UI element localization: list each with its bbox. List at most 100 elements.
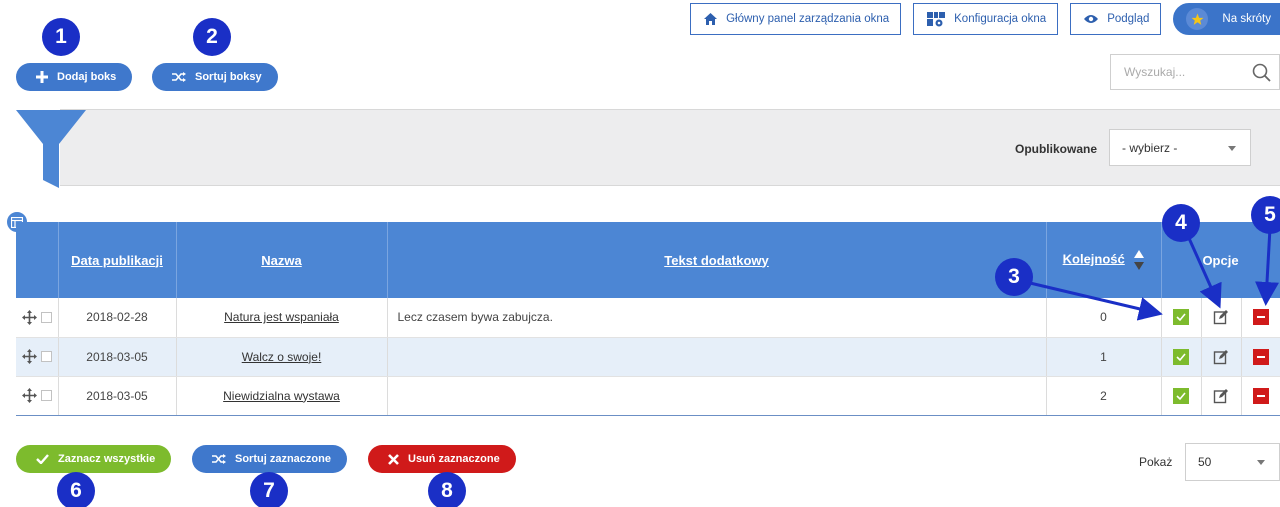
marker-8: 8 [428, 472, 466, 507]
sort-boxes-button[interactable]: Sortuj boksy [152, 63, 278, 91]
row-extra: Lecz czasem bywa zabujcza. [387, 298, 1047, 338]
filter-panel [60, 109, 1280, 186]
table-row: 2018-03-05 Niewidzialna wystawa 2 [16, 376, 1280, 416]
row-publish-cell [1161, 337, 1202, 377]
published-filter-value: - wybierz - [1122, 140, 1178, 155]
row-date: 2018-03-05 [58, 376, 177, 416]
per-page-select[interactable]: 50 [1185, 443, 1280, 481]
sort-selected-label: Sortuj zaznaczone [235, 453, 331, 465]
close-icon [388, 453, 399, 465]
search-box [1110, 54, 1280, 90]
row-checkbox[interactable] [40, 390, 52, 402]
config-icon [927, 12, 946, 27]
move-icon[interactable] [21, 388, 37, 404]
published-filter-label: Opublikowane [1014, 142, 1097, 156]
edit-icon[interactable] [1213, 349, 1229, 365]
main-panel-button[interactable]: Główny panel zarządzania okna [690, 3, 902, 35]
marker-4: 4 [1162, 204, 1200, 242]
home-icon [704, 13, 718, 25]
delete-icon[interactable] [1252, 309, 1269, 326]
row-order: 0 [1046, 298, 1162, 338]
row-extra [387, 337, 1047, 377]
marker-7: 7 [250, 472, 288, 507]
row-date: 2018-02-28 [58, 298, 177, 338]
row-extra [387, 376, 1047, 416]
boxes-table: Data publikacji Nazwa Tekst dodatkowy Ko… [16, 222, 1280, 416]
chevron-down-icon [1228, 145, 1236, 151]
row-publish-cell [1161, 298, 1202, 338]
move-icon[interactable] [21, 309, 37, 325]
row-select-cell [16, 337, 59, 377]
preview-button[interactable]: Podgląd [1070, 3, 1162, 35]
table-row: 2018-03-05 Walcz o swoje! 1 [16, 337, 1280, 377]
sort-selected-button[interactable]: Sortuj zaznaczone [192, 445, 347, 473]
row-order: 2 [1046, 376, 1162, 416]
header-order[interactable]: Kolejność [1046, 222, 1162, 298]
search-input[interactable] [1124, 65, 1244, 79]
delete-icon[interactable] [1252, 348, 1269, 365]
row-name-link[interactable]: Niewidzialna wystawa [223, 389, 340, 403]
chevron-down-icon [1257, 460, 1265, 465]
row-edit-cell [1201, 337, 1242, 377]
sort-icon [1134, 250, 1145, 270]
boxes-table-wrapper: Data publikacji Nazwa Tekst dodatkowy Ko… [16, 222, 1280, 416]
select-all-button[interactable]: Zaznacz wszystkie [16, 445, 172, 473]
row-delete-cell [1241, 298, 1280, 338]
row-name-cell: Natura jest wspaniała [176, 298, 388, 338]
shuffle-icon [212, 454, 226, 464]
per-page-value: 50 [1198, 455, 1212, 469]
row-checkbox[interactable] [40, 311, 52, 323]
published-filter-select[interactable]: - wybierz - [1109, 129, 1251, 166]
marker-1: 1 [42, 18, 80, 56]
marker-3: 3 [995, 258, 1033, 296]
plus-icon [36, 71, 48, 83]
row-checkbox[interactable] [40, 351, 52, 363]
row-delete-cell [1241, 337, 1280, 377]
config-button[interactable]: Konfiguracja okna [913, 3, 1059, 35]
row-date: 2018-03-05 [58, 337, 177, 377]
row-name-link[interactable]: Natura jest wspaniała [224, 310, 339, 324]
header-select [16, 222, 59, 298]
select-all-label: Zaznacz wszystkie [58, 453, 156, 465]
row-name-link[interactable]: Walcz o swoje! [242, 350, 322, 364]
row-delete-cell [1241, 376, 1280, 416]
table-header-row: Data publikacji Nazwa Tekst dodatkowy Ko… [16, 222, 1280, 298]
publish-toggle-icon[interactable] [1173, 348, 1189, 365]
header-extra[interactable]: Tekst dodatkowy [387, 222, 1047, 298]
row-name-cell: Walcz o swoje! [176, 337, 388, 377]
edit-icon[interactable] [1213, 309, 1229, 325]
delete-selected-label: Usuń zaznaczone [408, 453, 500, 465]
row-edit-cell [1201, 376, 1242, 416]
config-label: Konfiguracja okna [954, 13, 1047, 25]
table-row: 2018-02-28 Natura jest wspaniała Lecz czas… [16, 298, 1280, 338]
delete-icon[interactable] [1252, 387, 1269, 404]
row-publish-cell [1161, 376, 1202, 416]
per-page-label: Pokaż [1139, 455, 1173, 469]
row-order: 1 [1046, 337, 1162, 377]
row-select-cell [16, 298, 59, 338]
shortcuts-button[interactable]: Na skróty [1173, 3, 1280, 35]
delete-selected-button[interactable]: Usuń zaznaczone [368, 445, 516, 473]
check-icon [36, 454, 49, 464]
marker-2: 2 [193, 18, 231, 56]
row-name-cell: Niewidzialna wystawa [176, 376, 388, 416]
eye-icon [1084, 15, 1099, 23]
sort-boxes-label: Sortuj boksy [195, 71, 262, 83]
edit-icon[interactable] [1213, 388, 1229, 404]
marker-6: 6 [57, 472, 95, 507]
publish-toggle-icon[interactable] [1173, 387, 1189, 404]
preview-label: Podgląd [1107, 13, 1150, 25]
shuffle-icon [172, 72, 186, 82]
row-edit-cell [1201, 298, 1242, 338]
header-date[interactable]: Data publikacji [58, 222, 177, 298]
star-icon [1186, 8, 1209, 30]
header-name[interactable]: Nazwa [176, 222, 388, 298]
add-box-label: Dodaj boks [57, 71, 117, 83]
search-icon[interactable] [1252, 63, 1271, 82]
publish-toggle-icon[interactable] [1173, 309, 1189, 326]
move-icon[interactable] [21, 349, 37, 365]
row-select-cell [16, 376, 59, 416]
top-toolbar: Główny panel zarządzania okna Konfigurac… [690, 3, 1280, 35]
add-box-button[interactable]: Dodaj boks [16, 63, 133, 91]
filter-icon [16, 110, 86, 188]
